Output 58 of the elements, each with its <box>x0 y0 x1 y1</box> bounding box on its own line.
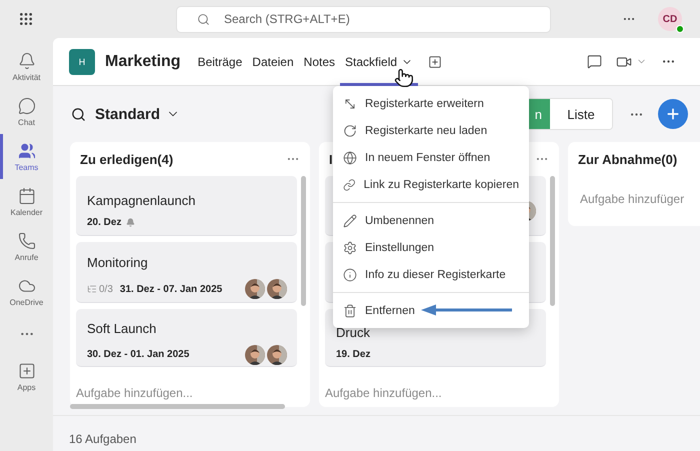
rail-item[interactable]: OneDrive <box>0 269 50 314</box>
task-title: Druck <box>336 325 371 340</box>
rail-item[interactable]: Anrufe <box>0 224 50 269</box>
task-date: 30. Dez - 01. Jan 2025 <box>87 349 190 360</box>
search-icon[interactable] <box>71 106 86 122</box>
menu-item[interactable]: Einstellungen <box>333 234 529 261</box>
globe-icon <box>343 150 357 164</box>
rail-item[interactable]: Kalender <box>0 179 50 224</box>
rail-item[interactable]: Aktivität <box>0 44 50 89</box>
task-card[interactable]: Soft Launch 30. Dez - 01. Jan 2025 <box>76 309 297 367</box>
plus-icon <box>665 106 681 122</box>
chat-icon[interactable] <box>587 54 602 69</box>
task-date: 31. Dez - 07. Jan 2025 <box>120 284 222 294</box>
chat-icon <box>18 96 36 114</box>
task-date: 20. Dez <box>87 217 122 228</box>
menu-item[interactable]: Umbenennen <box>333 207 529 234</box>
task-card[interactable]: Monitoring 0/3 31. Dez - 07. Jan 2025 <box>76 242 297 303</box>
trash-icon <box>343 304 357 318</box>
search-field[interactable]: Search (STRG+ALT+E) <box>176 6 551 32</box>
app-launcher-icon[interactable] <box>18 11 34 27</box>
menu-item[interactable]: In neuem Fenster öffnen <box>333 144 529 171</box>
channel-avatar: H <box>69 48 95 74</box>
settings-icon <box>343 240 357 254</box>
column-title: I <box>329 152 333 166</box>
column-title: Zu erledigen(4) <box>80 152 174 166</box>
task-title: Soft Launch <box>87 320 158 336</box>
people-icon <box>18 142 36 160</box>
rail-item[interactable]: Chat <box>0 89 50 134</box>
pencil-icon <box>343 214 357 228</box>
add-button[interactable] <box>658 99 688 129</box>
subtask-icon <box>87 284 97 294</box>
task-date: 19. Dez <box>336 349 370 360</box>
column-title: Zur Abnahme(0) <box>578 152 678 166</box>
plus-square-icon <box>18 362 36 380</box>
refresh-icon <box>343 124 357 138</box>
task-title: Kampagnenlaunch <box>87 193 196 208</box>
add-tab-icon[interactable] <box>428 54 442 68</box>
search-icon <box>197 12 210 26</box>
bell-icon <box>18 52 36 70</box>
view-title[interactable]: Standard <box>95 106 160 122</box>
task-count: 16 Aufgaben <box>69 432 136 446</box>
task-title: Monitoring <box>87 255 149 270</box>
tab[interactable]: Notes <box>298 38 340 86</box>
channel-name: Marketing <box>105 52 181 70</box>
menu-item[interactable]: Info zu dieser Registerkarte <box>333 261 529 288</box>
tab[interactable]: Dateien <box>247 38 299 86</box>
menu-item[interactable]: Link zu Registerkarte kopieren <box>333 171 529 198</box>
link-icon <box>343 178 356 192</box>
subtask-count: 0/3 <box>99 284 113 294</box>
info-icon <box>343 268 357 282</box>
expand-icon <box>343 96 357 110</box>
calendar-icon <box>18 186 36 204</box>
profile-avatar[interactable]: CD <box>658 7 682 31</box>
tab[interactable]: Beiträge <box>192 38 248 86</box>
rail-item[interactable]: Apps <box>0 354 50 399</box>
rail-item[interactable]: Teams <box>0 134 50 179</box>
phone-icon <box>18 232 36 250</box>
task-card[interactable]: Kampagnenlaunch 20. Dez <box>76 176 297 236</box>
